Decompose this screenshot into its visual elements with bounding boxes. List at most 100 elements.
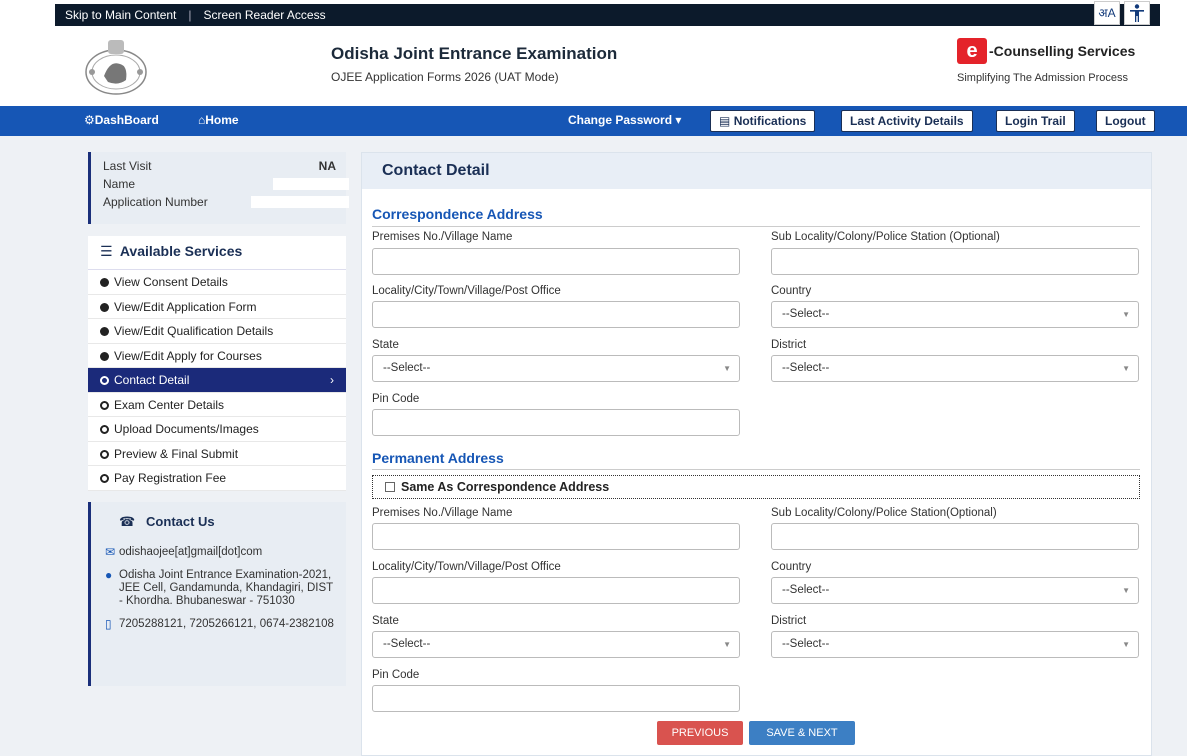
select-value: --Select-- [782, 584, 830, 596]
envelope-icon: ✉ [105, 545, 116, 559]
skip-to-main-link[interactable]: Skip to Main Content [65, 8, 176, 22]
contact-heading-label: Contact Us [146, 514, 215, 529]
service-label: Upload Documents/Images [114, 422, 259, 436]
perm-locality-input[interactable] [372, 577, 740, 604]
contact-us-panel: ☎ Contact Us ✉ odishaojee[at]gmail[dot]co… [88, 502, 346, 686]
service-label: View/Edit Apply for Courses [114, 348, 262, 363]
site-header: Odisha Joint Entrance Examination OJEE A… [0, 30, 1187, 106]
corr-state-label: State [372, 339, 399, 351]
corr-pin-label: Pin Code [372, 393, 420, 405]
service-upload-documents[interactable]: Upload Documents/Images [88, 417, 346, 442]
contact-phones-text: 7205288121, 7205266121, 0674-2382108 [119, 618, 334, 630]
chevron-down-icon: ▼ [723, 364, 731, 373]
corr-district-select[interactable]: --Select-- ▼ [771, 355, 1139, 382]
name-row: Name [103, 175, 349, 193]
brand-tagline: Simplifying The Admission Process [957, 72, 1128, 84]
login-trail-button[interactable]: Login Trail [996, 110, 1075, 132]
profile-summary: Last Visit NA Name Application Number [88, 152, 349, 224]
clock-icon [100, 474, 109, 483]
service-edit-qualification[interactable]: View/Edit Qualification Details [88, 319, 346, 344]
contact-phones: ▯ 7205288121, 7205266121, 0674-2382108 [105, 618, 336, 631]
service-pay-fee[interactable]: Pay Registration Fee [88, 466, 346, 491]
perm-district-select[interactable]: --Select-- ▼ [771, 631, 1139, 658]
service-label: View Consent Details [114, 275, 228, 289]
contact-email: ✉ odishaojee[at]gmail[dot]com [105, 546, 336, 559]
perm-sublocality-label: Sub Locality/Colony/Police Station(Optio… [771, 507, 997, 519]
same-as-label: Same As Correspondence Address [401, 480, 610, 494]
name-label: Name [103, 177, 136, 191]
caret-down-icon: ▾ [675, 113, 682, 127]
check-circle-icon [100, 327, 109, 336]
services-heading-label: Available Services [119, 243, 243, 259]
page-title: Odisha Joint Entrance Examination [331, 44, 618, 63]
divider [372, 469, 1140, 470]
select-value: --Select-- [782, 638, 830, 650]
perm-state-label: State [372, 615, 399, 627]
corr-sublocality-input[interactable] [771, 248, 1139, 275]
service-view-consent[interactable]: View Consent Details [88, 270, 346, 295]
e-counselling-brand: e -Counselling Services Simplifying The … [957, 38, 1172, 98]
chevron-right-icon: › [330, 373, 334, 387]
corr-premises-label: Premises No./Village Name [372, 231, 513, 243]
contact-heading: ☎ Contact Us [119, 514, 336, 530]
same-as-correspondence-checkbox[interactable]: Same As Correspondence Address [372, 475, 1140, 499]
clock-icon [100, 376, 109, 385]
contact-address: ● Odisha Joint Entrance Examination-2021,… [105, 569, 336, 608]
correspondence-title: Correspondence Address [372, 206, 543, 222]
service-label: Exam Center Details [114, 397, 225, 412]
chevron-down-icon: ▼ [723, 640, 731, 649]
service-label: Pay Registration Fee [114, 471, 227, 485]
accessibility-icon[interactable] [1124, 1, 1150, 25]
separator: | [188, 8, 192, 22]
top-utility-bar: Skip to Main Content | Screen Reader Acces… [0, 0, 1187, 30]
service-edit-application[interactable]: View/Edit Application Form [88, 295, 346, 319]
select-value: --Select-- [782, 308, 830, 320]
corr-country-select[interactable]: --Select-- ▼ [771, 301, 1139, 328]
nav-dashboard-link[interactable]: ⚙DashBoard [84, 113, 159, 127]
list-icon: ☰ [100, 243, 113, 259]
screen-reader-link[interactable]: Screen Reader Access [204, 8, 326, 22]
corr-pin-input[interactable] [372, 409, 740, 436]
perm-pin-input[interactable] [372, 685, 740, 712]
chevron-down-icon: ▼ [1122, 364, 1130, 373]
check-circle-icon [100, 351, 109, 361]
main-navbar: ⚙DashBoard ⌂Home Change Password ▾ ▤ Not… [0, 106, 1187, 136]
services-heading: ☰ Available Services [88, 236, 346, 270]
language-toggle-icon[interactable]: अA [1094, 1, 1120, 25]
state-emblem-icon [80, 36, 152, 100]
application-number-redacted [251, 196, 349, 208]
corr-premises-input[interactable] [372, 248, 740, 275]
corr-locality-input[interactable] [372, 301, 740, 328]
notifications-button[interactable]: ▤ Notifications [710, 110, 816, 132]
service-contact-detail[interactable]: Contact Detail › [88, 368, 346, 393]
service-label: View/Edit Application Form [114, 299, 257, 314]
checkbox-icon[interactable] [385, 482, 395, 492]
service-preview-submit[interactable]: Preview & Final Submit [88, 442, 346, 466]
change-password-dropdown[interactable]: Change Password ▾ [568, 113, 681, 127]
application-number-label: Application Number [103, 195, 208, 209]
form-heading: Contact Detail [362, 153, 1151, 189]
perm-sublocality-input[interactable] [771, 523, 1139, 550]
clock-icon [100, 400, 109, 410]
service-label: Preview & Final Submit [114, 446, 239, 461]
select-value: --Select-- [782, 362, 830, 374]
clock-icon [100, 425, 109, 434]
nav-home-link[interactable]: ⌂Home [198, 113, 239, 127]
previous-button[interactable]: PREVIOUS [657, 721, 743, 745]
last-visit-value: NA [318, 159, 336, 173]
perm-premises-input[interactable] [372, 523, 740, 550]
service-exam-center[interactable]: Exam Center Details [88, 393, 346, 417]
logout-button[interactable]: Logout [1096, 110, 1155, 132]
last-activity-button[interactable]: Last Activity Details [841, 110, 973, 132]
corr-state-select[interactable]: --Select-- ▼ [372, 355, 740, 382]
save-next-button[interactable]: SAVE & NEXT [749, 721, 855, 745]
service-label: Contact Detail [114, 373, 190, 387]
perm-country-select[interactable]: --Select-- ▼ [771, 577, 1139, 604]
perm-state-select[interactable]: --Select-- ▼ [372, 631, 740, 658]
nav-home-label: Home [205, 113, 239, 127]
name-value-redacted [273, 178, 349, 190]
divider [372, 226, 1140, 227]
last-visit-label: Last Visit [103, 159, 152, 173]
service-apply-courses[interactable]: View/Edit Apply for Courses [88, 344, 346, 368]
e-counselling-logo-icon: e [957, 38, 987, 64]
